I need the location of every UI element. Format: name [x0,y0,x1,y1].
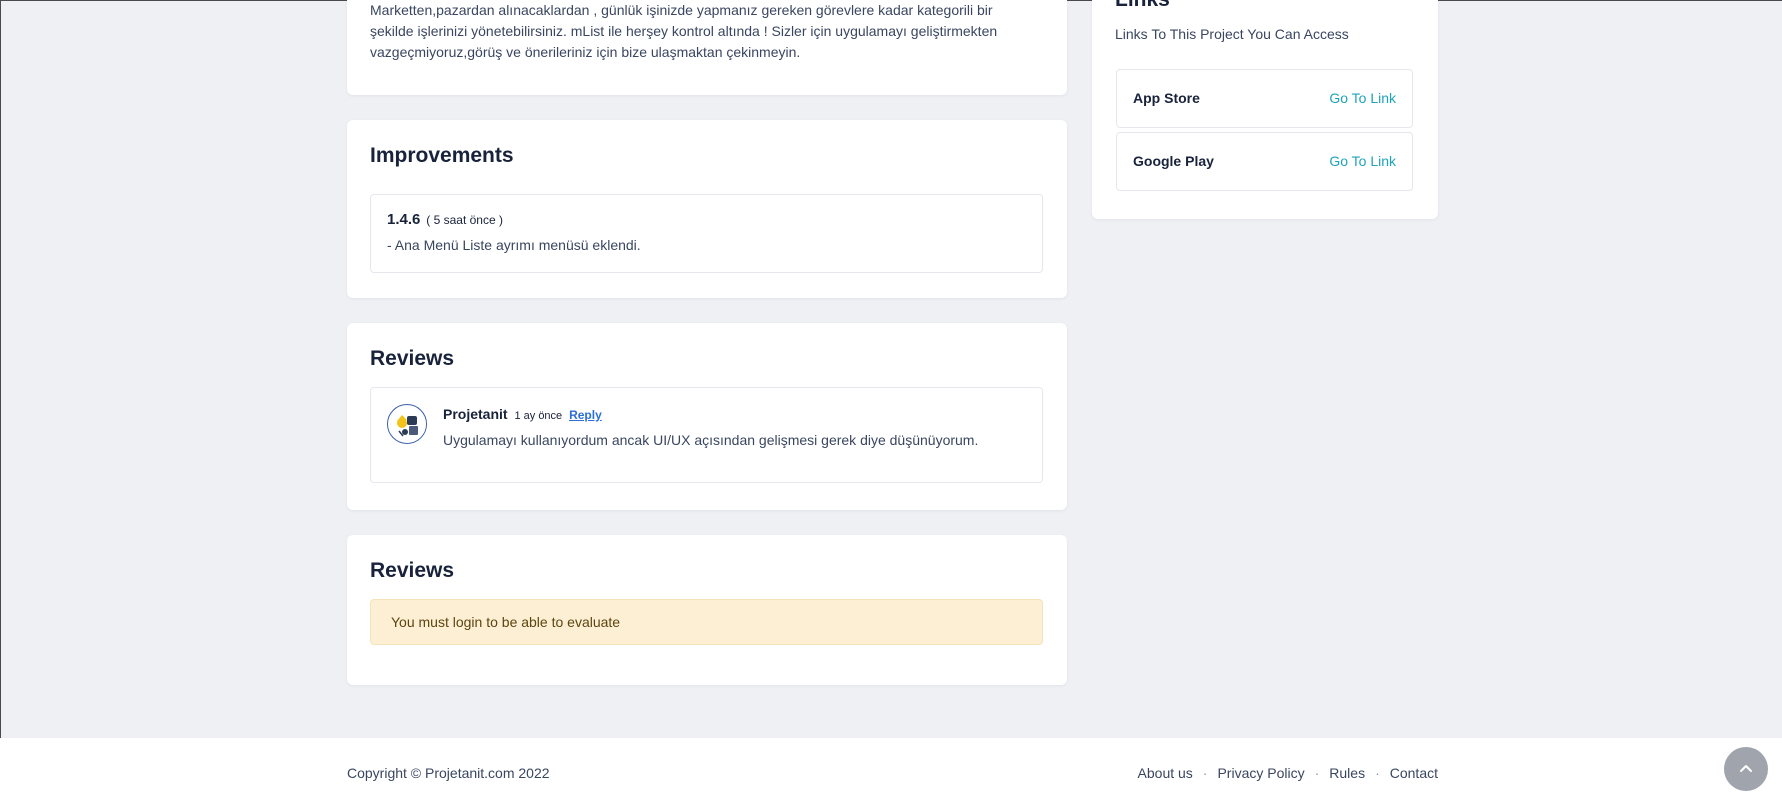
reply-link[interactable]: Reply [569,408,602,422]
improvements-card: Improvements 1.4.6 ( 5 saat önce ) - Ana… [347,120,1067,298]
links-subtitle: Links To This Project You Can Access [1115,26,1349,42]
go-to-link-google-play[interactable]: Go To Link [1329,153,1396,169]
review-item: Projetanit 1 ay önce Reply Uygulamayı ku… [370,387,1043,483]
login-required-alert: You must login to be able to evaluate [370,599,1043,645]
description-text: Marketten,pazardan alınacaklardan , günl… [370,2,998,60]
links-card: Links Links To This Project You Can Acce… [1092,0,1438,219]
review-author: Projetanit [443,406,508,422]
copyright-text: Copyright © Projetanit.com 2022 [347,765,550,781]
reviews-card: Reviews Projetanit 1 ay önce Reply Uygul… [347,323,1067,510]
avatar-logo-icon [390,407,426,443]
footer: Copyright © Projetanit.com 2022 About us… [0,738,1782,806]
link-name: Google Play [1133,153,1214,169]
improvement-time: ( 5 saat önce ) [426,213,503,227]
improvements-title: Improvements [370,144,514,167]
go-to-link-app-store[interactable]: Go To Link [1329,90,1396,106]
link-row-google-play: Google Play Go To Link [1116,132,1413,191]
footer-separator: · [1314,765,1320,781]
scroll-to-top-button[interactable] [1724,747,1768,791]
review-text: Uygulamayı kullanıyordum ancak UI/UX açı… [443,432,979,448]
footer-link-rules[interactable]: Rules [1329,765,1365,781]
footer-link-contact[interactable]: Contact [1390,765,1438,781]
improvement-version: 1.4.6 [387,211,421,228]
window-border-left [0,0,1,738]
footer-separator: · [1375,765,1380,781]
improvement-note: - Ana Menü Liste ayrımı menüsü eklendi. [387,237,641,253]
footer-separator: · [1202,765,1208,781]
reviews-title: Reviews [370,347,455,370]
improvement-item: 1.4.6 ( 5 saat önce ) - Ana Menü Liste a… [370,194,1043,273]
evaluate-title: Reviews [370,559,455,582]
link-row-app-store: App Store Go To Link [1116,69,1413,128]
link-name: App Store [1133,90,1200,106]
review-time: 1 ay önce [514,410,563,422]
chevron-up-icon [1740,765,1752,772]
footer-nav: About us · Privacy Policy · Rules · Cont… [1138,765,1438,781]
improvement-header: 1.4.6 ( 5 saat önce ) [387,211,503,228]
footer-link-privacy[interactable]: Privacy Policy [1217,765,1304,781]
description-card: Marketten,pazardan alınacaklardan , günl… [347,0,1067,95]
evaluate-card: Reviews You must login to be able to eva… [347,535,1067,685]
avatar[interactable] [387,404,427,444]
links-title: Links [1115,0,1170,12]
review-header: Projetanit 1 ay önce Reply [443,406,602,422]
footer-link-about[interactable]: About us [1138,765,1193,781]
